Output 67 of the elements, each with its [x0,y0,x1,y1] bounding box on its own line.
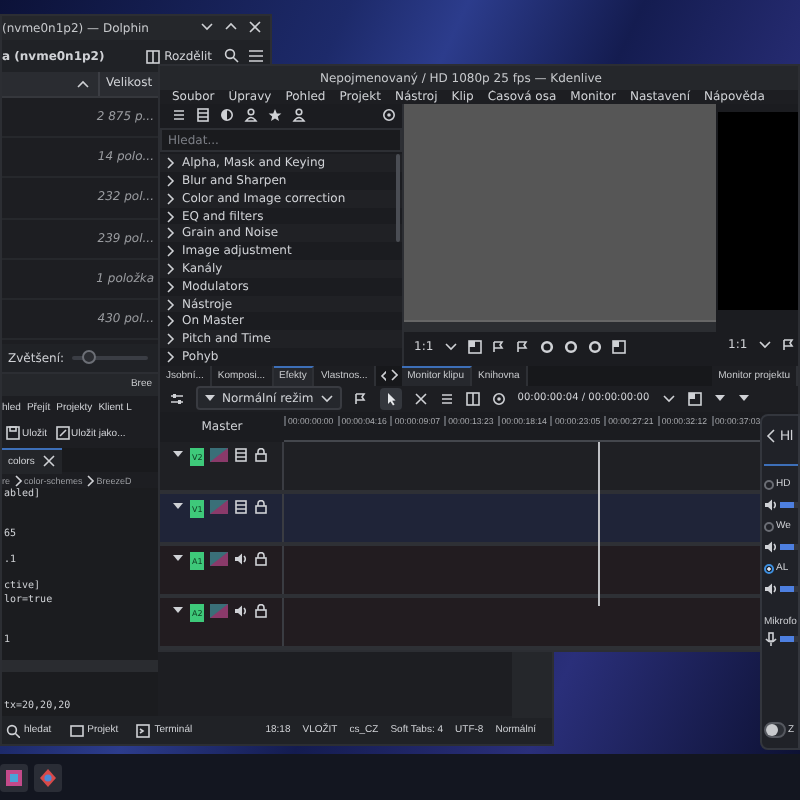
lock-icon[interactable] [254,448,269,462]
collapse-arrow-icon[interactable] [172,552,184,564]
search-icon[interactable] [224,48,240,64]
volume-slider[interactable] [780,586,798,592]
close-icon[interactable] [42,454,57,468]
radio-button[interactable] [764,521,774,531]
split-view-icon [146,49,161,63]
grid-icon[interactable] [687,391,702,406]
collapse-arrow-icon[interactable] [172,500,184,512]
minimize-icon[interactable] [200,20,214,34]
marker-icon[interactable] [781,338,796,353]
grid-icon[interactable] [611,340,626,355]
app-icon [38,767,58,787]
list-icon[interactable] [172,108,186,123]
collapse-arrow-icon[interactable] [172,604,184,616]
radio-button[interactable] [764,563,774,573]
circle-icon[interactable] [587,340,602,355]
thumbnail-icon[interactable] [210,448,229,462]
microphone-icon[interactable] [764,632,778,646]
person-icon[interactable] [292,108,306,123]
close-icon[interactable] [248,20,262,34]
film-icon[interactable] [196,108,210,123]
terminal-icon [136,723,151,737]
folder-icon [69,723,84,737]
pointer-icon [383,391,398,406]
maximize-icon[interactable] [224,20,238,34]
radio-button[interactable] [764,479,774,489]
speaker-icon[interactable] [234,552,249,566]
person-icon[interactable] [244,108,258,123]
taskbar-app-button[interactable] [34,763,62,791]
scrollbar[interactable] [396,154,400,243]
volume-slider[interactable] [780,636,798,642]
film-icon[interactable] [234,448,249,462]
speaker-icon[interactable] [764,540,778,554]
toggle-switch[interactable] [764,722,786,738]
lock-icon[interactable] [254,552,269,566]
marker-icon[interactable] [491,340,506,355]
speaker-icon[interactable] [764,582,778,596]
star-icon[interactable] [268,108,282,123]
search-icon [6,723,20,737]
contrast-icon[interactable] [220,108,234,123]
sliders-icon[interactable] [170,391,184,406]
speaker-icon[interactable] [234,604,249,618]
lock-icon[interactable] [254,604,269,618]
menu-icon[interactable] [248,48,264,64]
circle-icon[interactable] [563,340,578,355]
thumbnail-icon[interactable] [210,552,229,566]
volume-slider[interactable] [780,502,798,508]
thumbnail-icon[interactable] [210,500,229,514]
settings-icon[interactable] [382,108,396,123]
circle-icon[interactable] [539,340,554,355]
thumbnail-icon[interactable] [210,604,229,618]
taskbar-app-button[interactable] [0,763,28,791]
volume-slider[interactable] [780,544,798,550]
grid-icon[interactable] [467,340,482,355]
film-icon[interactable] [234,500,249,514]
marker-icon[interactable] [515,340,530,355]
save-as-icon [55,426,70,440]
slider-thumb[interactable] [81,350,96,364]
lock-icon[interactable] [254,500,269,514]
collapse-arrow-icon[interactable] [172,448,184,460]
chevron-icon [84,473,95,487]
chevron-icon [12,473,23,487]
select-tool-button[interactable] [379,387,402,410]
speaker-icon[interactable] [764,498,778,512]
save-icon [6,426,20,440]
app-icon [4,767,24,787]
